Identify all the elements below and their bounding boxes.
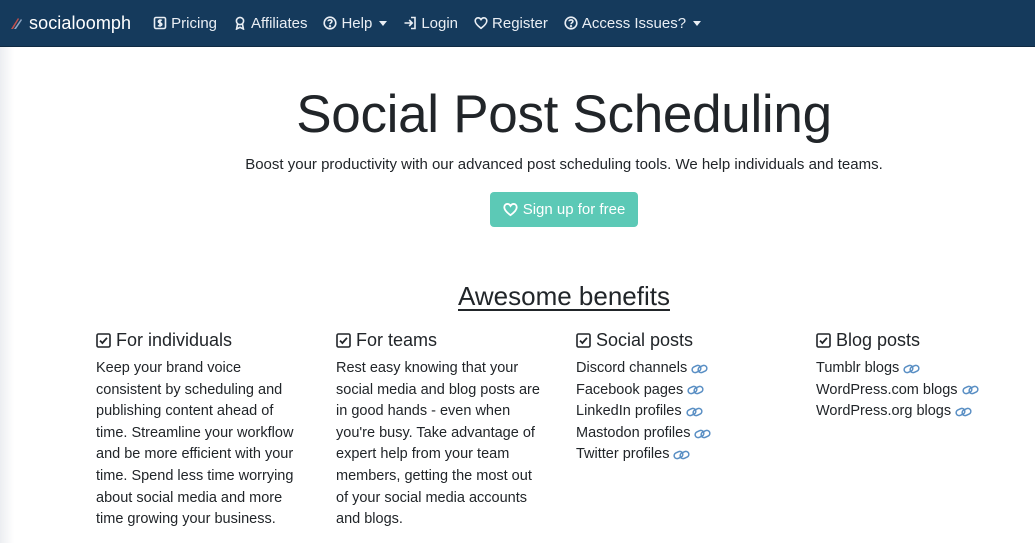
chevron-down-icon — [693, 20, 702, 26]
nav-pricing-label: Pricing — [171, 14, 218, 32]
list-item[interactable]: LinkedIn profiles — [576, 401, 786, 423]
nav-register[interactable]: Register — [474, 15, 548, 32]
benefit-individuals-text: Keep your brand voice consistent by sche… — [96, 360, 294, 528]
checkbox-checked-icon — [576, 332, 591, 348]
link-icon — [955, 407, 972, 417]
link-icon — [961, 386, 979, 395]
heart-icon — [474, 16, 488, 30]
benefit-individuals: For individuals Keep your brand voice co… — [96, 330, 306, 531]
benefit-teams-text: Rest easy knowing that your social media… — [336, 360, 540, 528]
dollar-icon — [153, 16, 167, 30]
benefit-blog-posts: Blog posts Tumblr blogs WordPress.com bl… — [816, 330, 1026, 423]
benefit-social-heading: Social posts — [576, 330, 786, 350]
blog-links-list: Tumblr blogs WordPress.com blogs WordPre… — [816, 358, 1026, 423]
signup-button[interactable]: Sign up for free — [490, 192, 638, 227]
benefit-social-title: Social posts — [596, 329, 694, 350]
list-item[interactable]: Mastodon profiles — [576, 423, 786, 445]
link-icon — [687, 386, 704, 395]
nav-help-label: Help — [341, 14, 373, 32]
benefits-heading: Awesome benefits — [458, 281, 670, 311]
heart-icon — [503, 203, 518, 217]
link-tumblr[interactable]: Tumblr blogs — [816, 358, 899, 380]
top-navbar: socialoomph Pricing Affiliates Help Logi… — [0, 0, 1035, 47]
signup-button-label: Sign up for free — [522, 201, 626, 218]
checkbox-checked-icon — [336, 332, 351, 348]
login-icon — [404, 16, 417, 30]
nav-pricing[interactable]: Pricing — [153, 15, 217, 32]
brand-logo-icon — [11, 18, 22, 29]
list-item[interactable]: WordPress.org blogs — [816, 401, 1026, 423]
benefit-individuals-title: For individuals — [116, 329, 233, 350]
benefit-teams-heading: For teams — [336, 330, 546, 350]
link-facebook[interactable]: Facebook pages — [576, 380, 683, 402]
chevron-down-icon — [379, 20, 388, 26]
nav-affiliates[interactable]: Affiliates — [233, 15, 307, 32]
brand-link[interactable]: socialoomph — [9, 13, 131, 34]
nav-login-label: Login — [421, 14, 459, 32]
benefit-social-posts: Social posts Discord channels Facebook p… — [576, 330, 786, 466]
link-wordpress-com[interactable]: WordPress.com blogs — [816, 380, 958, 402]
benefit-individuals-heading: For individuals — [96, 330, 306, 350]
nav-affiliates-label: Affiliates — [251, 14, 308, 32]
link-icon — [903, 364, 920, 374]
checkbox-checked-icon — [96, 332, 111, 348]
benefit-teams-title: For teams — [356, 329, 438, 350]
nav-login[interactable]: Login — [403, 15, 458, 32]
hero-subtitle: Boost your productivity with our advance… — [245, 156, 883, 173]
link-mastodon[interactable]: Mastodon profiles — [576, 423, 690, 445]
benefit-teams: For teams Rest easy knowing that your so… — [336, 330, 546, 531]
link-linkedin[interactable]: LinkedIn profiles — [576, 401, 682, 423]
link-icon — [694, 429, 712, 438]
benefit-blog-title: Blog posts — [836, 329, 921, 350]
benefit-blog-heading: Blog posts — [816, 330, 1026, 350]
award-icon — [235, 16, 245, 30]
list-item[interactable]: Tumblr blogs — [816, 358, 1026, 380]
link-icon — [673, 450, 691, 460]
link-icon — [685, 407, 703, 417]
link-wordpress-org[interactable]: WordPress.org blogs — [816, 401, 951, 423]
list-item[interactable]: Twitter profiles — [576, 444, 786, 466]
social-links-list: Discord channels Facebook pages LinkedIn… — [576, 358, 786, 466]
nav-access-issues[interactable]: Access Issues? — [564, 14, 702, 32]
nav-help[interactable]: Help — [323, 14, 388, 32]
brand-name: socialoomph — [29, 12, 132, 33]
checkbox-checked-icon — [816, 332, 831, 348]
link-icon — [691, 364, 708, 374]
list-item[interactable]: WordPress.com blogs — [816, 380, 1026, 402]
question-icon — [564, 16, 578, 30]
question-icon — [323, 16, 338, 30]
nav-register-label: Register — [492, 14, 548, 32]
list-item[interactable]: Facebook pages — [576, 380, 786, 402]
link-twitter[interactable]: Twitter profiles — [576, 444, 669, 466]
list-item[interactable]: Discord channels — [576, 358, 786, 380]
page-title: Social Post Scheduling — [296, 85, 832, 144]
nav-access-issues-label: Access Issues? — [581, 14, 687, 32]
link-discord[interactable]: Discord channels — [576, 358, 687, 380]
